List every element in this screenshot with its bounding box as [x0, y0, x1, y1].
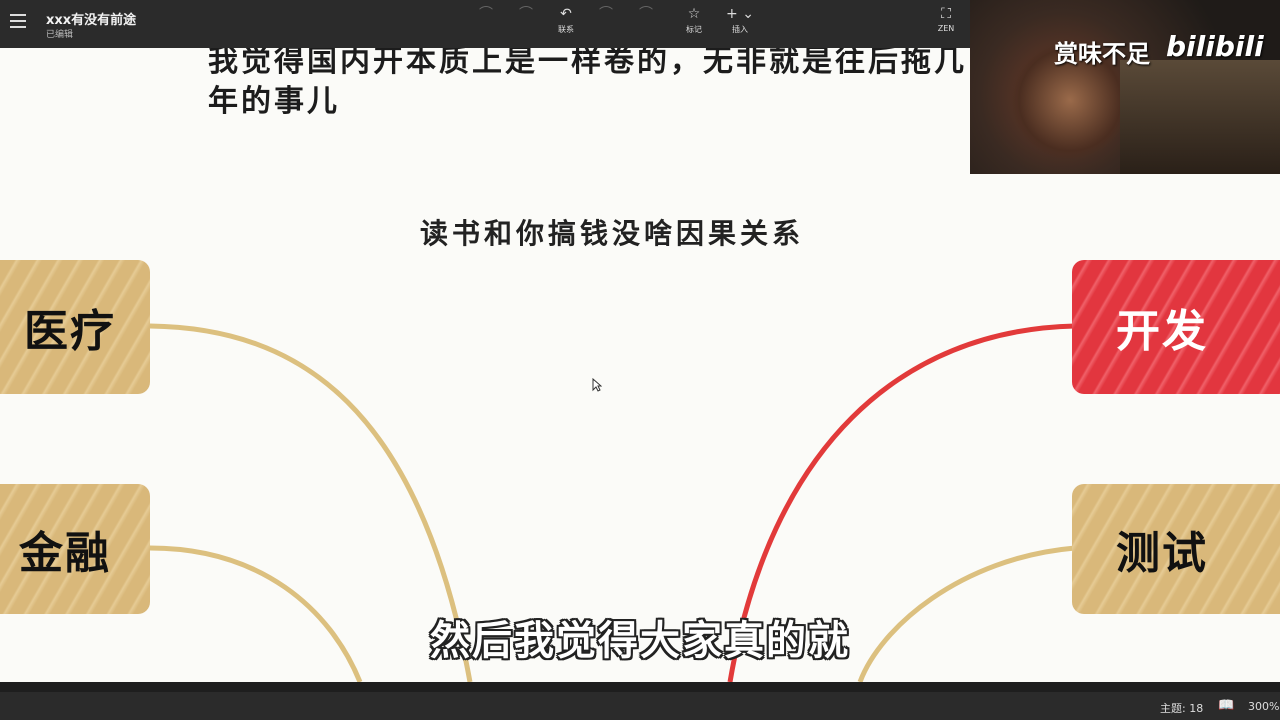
undo-tool-button[interactable]: ⌒	[466, 6, 506, 24]
video-subtitle: 然后我觉得大家真的就	[430, 618, 850, 664]
tool-label: ZEN	[937, 24, 955, 33]
bilibili-logo: bilibili	[1166, 30, 1264, 63]
outline-tool-button[interactable]: ⌒	[626, 6, 666, 24]
video-caption: 赏味不足	[1054, 40, 1150, 68]
plus-icon: + ⌄	[726, 6, 754, 22]
node-medical-label: 医疗	[24, 306, 116, 357]
horizontal-scrollbar[interactable]	[0, 682, 1280, 692]
plus-tool-button[interactable]: + ⌄ 插入	[720, 6, 760, 35]
link-icon: ↶	[560, 6, 572, 22]
node-dev[interactable]: 开发	[1072, 260, 1280, 394]
outline-icon: ⌒	[639, 6, 653, 22]
node-dev-label: 开发	[1116, 306, 1208, 357]
book-icon[interactable]: 📖	[1218, 698, 1234, 713]
star-tool-button[interactable]: ☆ 标记	[674, 6, 714, 35]
zen-tool-button[interactable]: ⛶ ZEN	[926, 6, 966, 33]
node-test-label: 测试	[1116, 528, 1208, 579]
node-finance[interactable]: 金融	[0, 484, 150, 614]
undo-icon: ⌒	[479, 6, 493, 22]
zen-icon: ⛶	[941, 6, 951, 22]
node-test[interactable]: 测试	[1072, 484, 1280, 614]
video-background	[1120, 60, 1280, 174]
zoom-level[interactable]: 300%	[1248, 700, 1279, 713]
summary-icon: ⌒	[599, 6, 613, 22]
menu-icon[interactable]	[10, 14, 26, 28]
document-status: 已编辑	[46, 30, 74, 40]
topic-count: 主题: 18	[1160, 702, 1204, 715]
status-bar: 主题: 18 📖 300%	[0, 692, 1280, 720]
mouse-cursor-icon	[592, 378, 602, 392]
summary-tool-button[interactable]: ⌒	[586, 6, 626, 24]
node-finance-label: 金融	[19, 528, 111, 579]
redo-tool-button[interactable]: ⌒	[506, 6, 546, 24]
document-title[interactable]: xxx有没有前途	[46, 9, 136, 28]
paragraph-line-2: 年的事儿	[208, 84, 340, 119]
tool-label: 插入	[732, 25, 748, 34]
redo-icon: ⌒	[519, 6, 533, 22]
topic-reading-money[interactable]: 读书和你搞钱没啥因果关系	[420, 212, 804, 252]
star-icon: ☆	[687, 6, 701, 22]
video-overlay: 赏味不足 bilibili	[970, 0, 1280, 174]
tool-label: 标记	[686, 25, 702, 34]
link-tool-button[interactable]: ↶ 联系	[546, 6, 586, 35]
node-medical[interactable]: 医疗	[0, 260, 150, 394]
tool-label: 联系	[558, 25, 574, 34]
